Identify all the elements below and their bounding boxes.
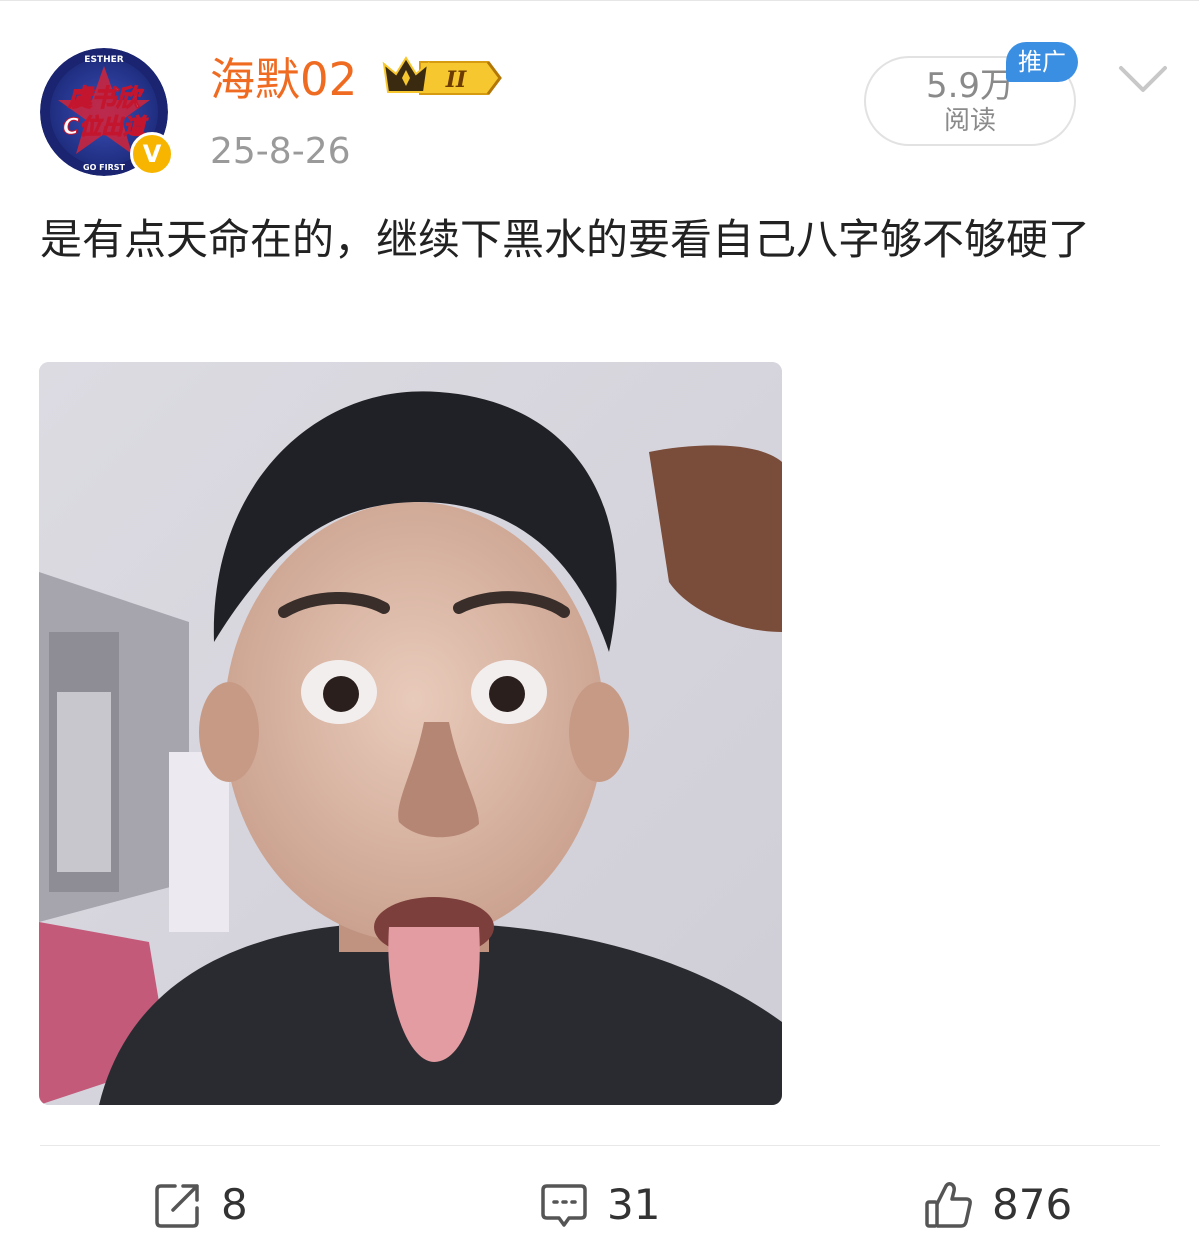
weibo-post-card: ESTHER 虞书欣 C位出道 GO FIRST V 海默02 II 25-8-… [0,0,1199,1257]
repost-count: 8 [221,1180,248,1229]
repost-button[interactable]: 8 [153,1175,248,1235]
action-bar-divider [40,1145,1160,1146]
comment-icon [539,1180,589,1230]
rank-badge-text: II [445,67,467,93]
thumbs-up-icon [924,1180,974,1230]
avatar-logo-text: 虞书欣 [67,84,144,112]
top-divider [0,0,1199,1]
avatar-ring-bottom-text: GO FIRST [83,163,126,172]
avatar-ring-top-text: ESTHER [84,55,123,65]
member-rank-badge[interactable]: II [380,54,502,102]
post-photo[interactable] [39,362,782,1105]
avatar-logo-text-2: C位出道 [63,114,149,140]
read-label: 阅读 [943,106,996,136]
comment-count: 31 [607,1180,661,1229]
post-text: 是有点天命在的，继续下黑水的要看自己八字够不够硬了 [40,215,1091,264]
comment-button[interactable]: 31 [539,1175,660,1235]
like-button[interactable]: 876 [924,1175,1072,1235]
promo-badge: 推广 [1006,42,1078,82]
post-timestamp: 25-8-26 [210,131,351,172]
share-icon [153,1180,203,1230]
verified-badge: V [130,132,174,176]
author-name[interactable]: 海默02 [210,52,357,108]
like-count: 876 [992,1180,1073,1229]
chevron-down-icon[interactable] [1118,62,1168,98]
avatar[interactable]: ESTHER 虞书欣 C位出道 GO FIRST V [40,48,174,178]
